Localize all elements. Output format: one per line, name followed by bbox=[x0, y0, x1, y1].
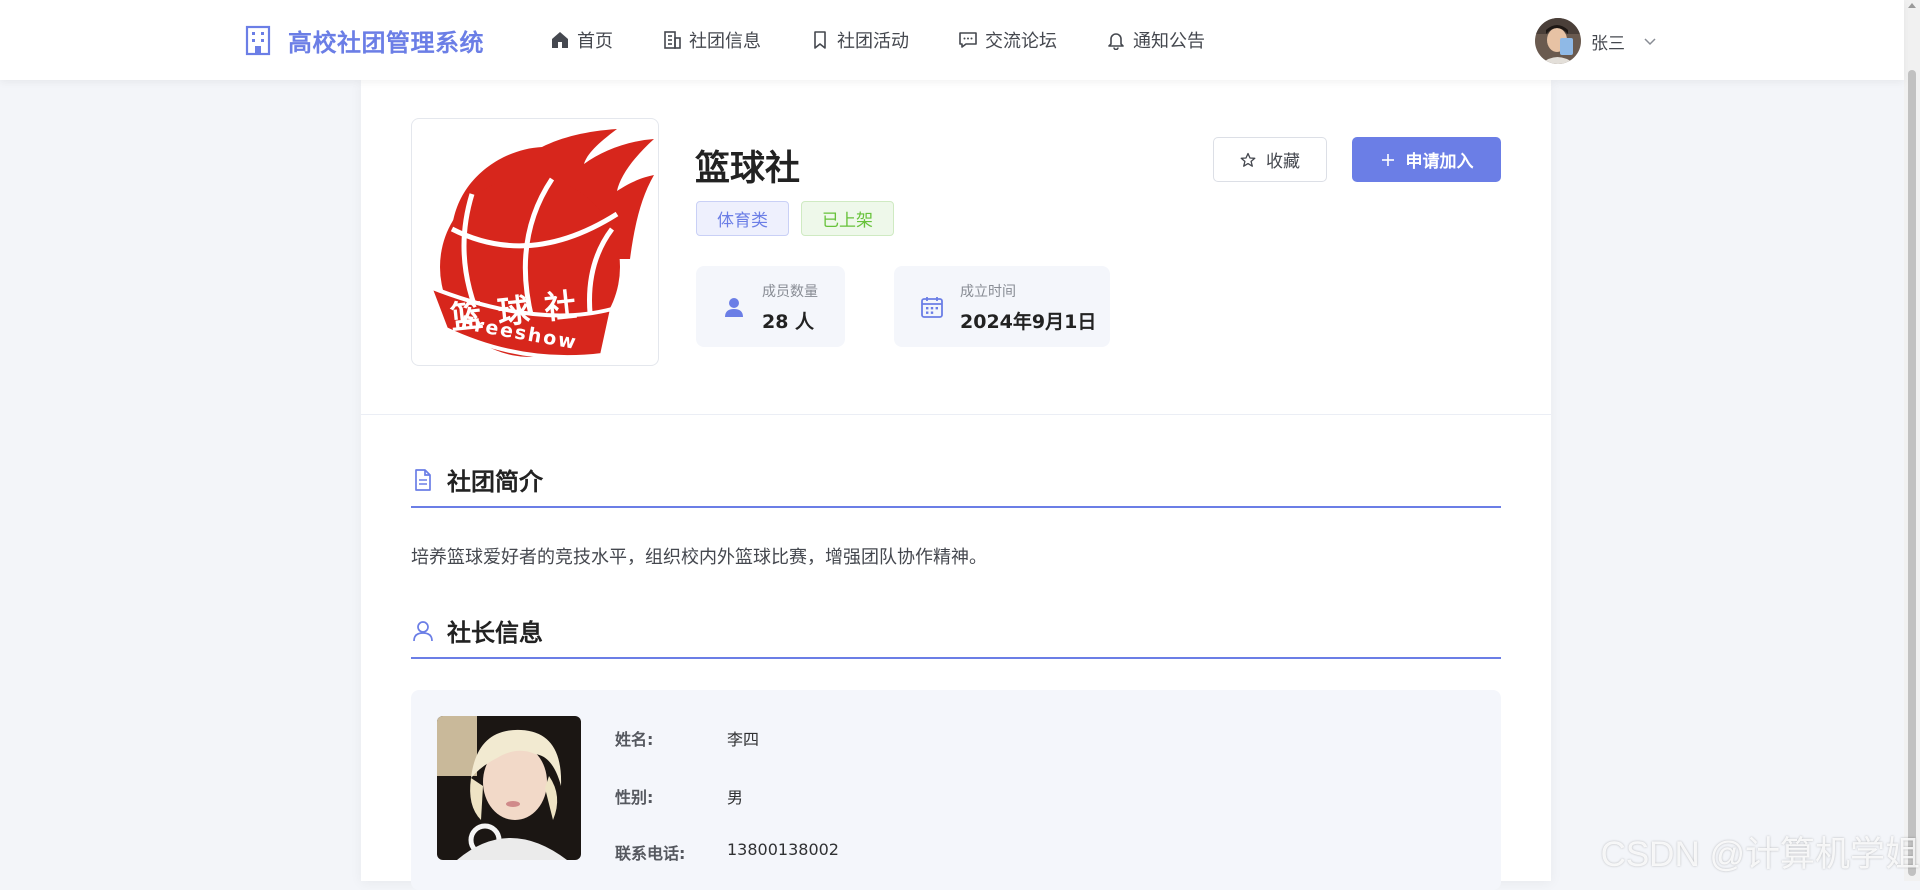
divider bbox=[361, 414, 1551, 415]
nav-item-label: 通知公告 bbox=[1133, 31, 1205, 52]
favorite-button[interactable]: 收藏 bbox=[1213, 137, 1327, 182]
main-nav: 首页 社团信息 社团活动 交流论坛 通知公告 bbox=[550, 0, 1254, 80]
members-label: 成员数量 bbox=[762, 284, 818, 300]
user-avatar-image bbox=[1535, 18, 1581, 64]
section-title: 社长信息 bbox=[447, 619, 543, 647]
chevron-down-icon[interactable] bbox=[1643, 34, 1657, 48]
nav-item-notices[interactable]: 通知公告 bbox=[1106, 27, 1205, 53]
leader-photo bbox=[437, 716, 581, 860]
nav-item-home[interactable]: 首页 bbox=[550, 27, 613, 53]
document-icon bbox=[415, 468, 431, 491]
nav-item-forum[interactable]: 交流论坛 bbox=[958, 27, 1057, 53]
leader-name: 李四 bbox=[727, 730, 760, 749]
status-badge: 已上架 bbox=[801, 201, 894, 236]
intro-section-header: 社团简介 bbox=[411, 463, 1501, 508]
brand-name: 高校社团管理系统 bbox=[288, 28, 484, 57]
nav-item-label: 社团活动 bbox=[837, 31, 909, 52]
nav-item-label: 交流论坛 bbox=[985, 31, 1057, 52]
bell-icon bbox=[1108, 33, 1124, 50]
nav-item-club-info[interactable]: 社团信息 bbox=[662, 27, 761, 53]
info-label: 性别: bbox=[615, 788, 654, 807]
building-icon bbox=[245, 25, 271, 56]
top-header: 高校社团管理系统 首页 社团信息 社团活动 交流论坛 通知公告 张三 bbox=[0, 0, 1904, 80]
favorite-label: 收藏 bbox=[1266, 152, 1300, 172]
info-label: 联系电话: bbox=[615, 844, 686, 863]
user-menu[interactable]: 张三 bbox=[1535, 18, 1657, 64]
club-intro-text: 培养篮球爱好者的竞技水平，组织校内外篮球比赛，增强团队协作精神。 bbox=[411, 547, 987, 568]
leader-gender-row: 性别: 男 bbox=[615, 784, 743, 808]
leader-phone-row: 联系电话: 13800138002 bbox=[615, 840, 839, 864]
user-icon bbox=[413, 620, 433, 641]
info-label: 姓名: bbox=[615, 730, 654, 749]
nav-item-label: 首页 bbox=[577, 31, 613, 52]
plus-icon bbox=[1381, 153, 1394, 166]
leader-photo-image bbox=[437, 716, 581, 860]
members-stat: 成员数量 28 人 bbox=[696, 266, 845, 347]
avatar[interactable] bbox=[1535, 18, 1581, 64]
club-detail-card: 篮 球 社 Freeshow 篮球社 体育类 已上架 成员数量 28 人 成立时… bbox=[361, 80, 1551, 890]
scroll-up-arrow-icon[interactable] bbox=[1908, 3, 1916, 8]
leader-section-header: 社长信息 bbox=[411, 614, 1501, 659]
home-icon bbox=[552, 32, 568, 48]
leader-name-row: 姓名: 李四 bbox=[615, 726, 759, 750]
nav-item-club-activities[interactable]: 社团活动 bbox=[810, 27, 909, 53]
scroll-thumb[interactable] bbox=[1908, 70, 1916, 876]
founded-value: 2024年9月1日 bbox=[960, 311, 1097, 333]
bookmark-icon bbox=[814, 31, 826, 49]
user-name: 张三 bbox=[1591, 33, 1625, 54]
leader-info-card: 姓名: 李四 性别: 男 联系电话: 13800138002 bbox=[411, 690, 1501, 890]
leader-gender: 男 bbox=[727, 788, 744, 807]
founded-stat: 成立时间 2024年9月1日 bbox=[894, 266, 1110, 347]
join-button[interactable]: 申请加入 bbox=[1352, 137, 1501, 182]
user-icon bbox=[725, 297, 743, 317]
calendar-icon bbox=[921, 296, 943, 318]
members-value: 28 人 bbox=[762, 311, 815, 333]
club-name: 篮球社 bbox=[695, 149, 801, 189]
watermark: CSDN @计算机学姐 bbox=[1600, 835, 1920, 874]
nav-item-label: 社团信息 bbox=[689, 31, 761, 52]
page-scrollbar[interactable] bbox=[1904, 0, 1920, 881]
category-tag: 体育类 bbox=[696, 201, 789, 236]
building-icon bbox=[664, 31, 681, 49]
club-logo: 篮 球 社 Freeshow bbox=[411, 118, 659, 366]
founded-label: 成立时间 bbox=[960, 284, 1016, 300]
star-icon bbox=[1240, 152, 1256, 167]
brand[interactable]: 高校社团管理系统 bbox=[242, 0, 484, 80]
leader-phone: 13800138002 bbox=[727, 840, 839, 859]
chat-icon bbox=[959, 32, 977, 48]
join-label: 申请加入 bbox=[1405, 152, 1474, 172]
club-tags: 体育类 已上架 bbox=[696, 201, 894, 236]
section-title: 社团简介 bbox=[447, 468, 543, 496]
